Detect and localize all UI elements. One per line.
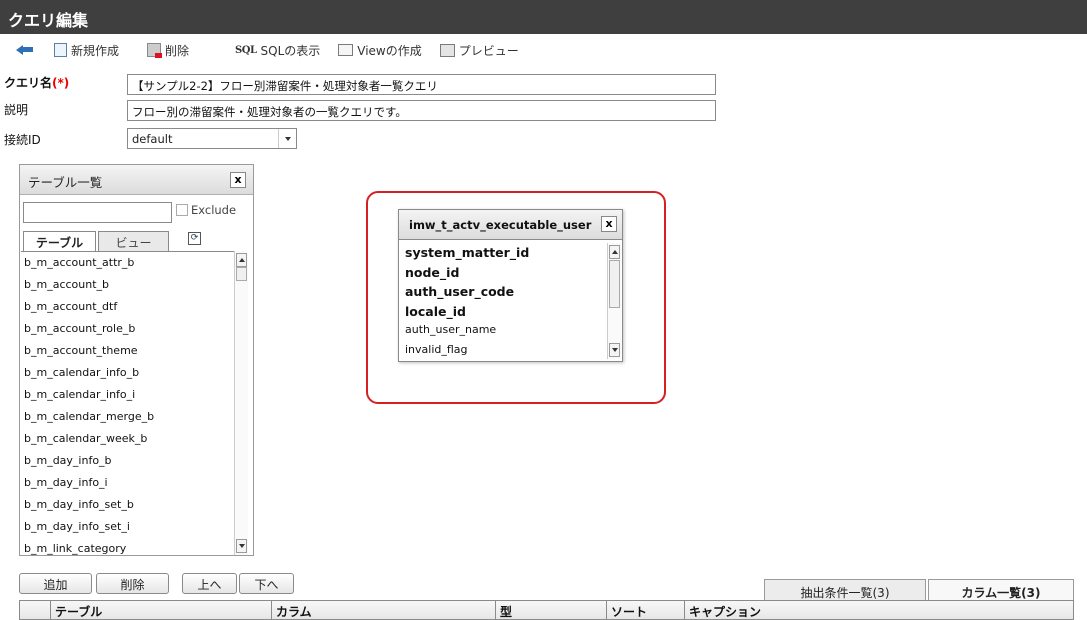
scroll-up-icon[interactable]	[609, 245, 620, 259]
tab-column-list[interactable]: カラム一覧(3)	[928, 579, 1074, 601]
list-item[interactable]: b_m_account_theme	[21, 340, 234, 362]
remove-button[interactable]: 削除	[96, 573, 169, 594]
new-document-icon	[54, 43, 67, 57]
scroll-up-icon[interactable]	[236, 253, 247, 267]
grid-header-type[interactable]: 型	[495, 601, 605, 620]
table-entity-title: imw_t_actv_executable_user	[409, 218, 592, 232]
grid-header-table[interactable]: テーブル	[50, 601, 270, 620]
description-field[interactable]: フロー別の滞留案件・処理対象者の一覧クエリです。	[127, 100, 716, 121]
column-item[interactable]: auth_user_code	[403, 282, 608, 302]
table-list-header: テーブル一覧 x	[20, 165, 253, 195]
column-item[interactable]: locale_id	[403, 302, 608, 322]
query-name-field[interactable]: 【サンプル2-2】フロー別滞留案件・処理対象者一覧クエリ	[127, 74, 716, 95]
new-button-label: 新規作成	[71, 43, 120, 58]
column-grid-header: テーブル カラム 型 ソート キャプション	[19, 600, 1074, 620]
list-item[interactable]: b_m_day_info_b	[21, 450, 234, 472]
toolbar: 新規作成 削除 SQL SQLの表示 Viewの作成 プレビュー	[0, 38, 1087, 62]
table-entity-box[interactable]: imw_t_actv_executable_user x system_matt…	[398, 209, 623, 362]
preview-button-label: プレビュー	[458, 43, 519, 58]
exclude-checkbox[interactable]	[176, 204, 188, 216]
scroll-thumb[interactable]	[609, 260, 620, 308]
list-item[interactable]: b_m_calendar_week_b	[21, 428, 234, 450]
list-item[interactable]: b_m_link_category	[21, 538, 234, 555]
list-item[interactable]: b_m_account_b	[21, 274, 234, 296]
tab-tables[interactable]: テーブル	[23, 231, 96, 251]
description-label: 説明	[4, 103, 29, 117]
move-down-button[interactable]: 下へ	[239, 573, 294, 594]
list-item[interactable]: b_m_account_role_b	[21, 318, 234, 340]
tab-views[interactable]: ビュー	[98, 231, 169, 251]
new-button[interactable]: 新規作成	[54, 42, 119, 59]
list-item[interactable]: b_m_calendar_merge_b	[21, 406, 234, 428]
window-title: クエリ編集	[0, 0, 1087, 34]
chevron-down-icon[interactable]	[278, 129, 296, 148]
scroll-down-icon[interactable]	[609, 343, 620, 357]
list-item[interactable]: b_m_calendar_info_i	[21, 384, 234, 406]
table-list: b_m_account_attr_b b_m_account_b b_m_acc…	[21, 251, 234, 555]
required-mark: (*)	[52, 76, 70, 90]
tab-filter-conditions[interactable]: 抽出条件一覧(3)	[764, 579, 926, 601]
delete-button[interactable]: 削除	[147, 42, 189, 59]
preview-button[interactable]: プレビュー	[439, 42, 519, 59]
table-entity-header[interactable]: imw_t_actv_executable_user x	[399, 210, 622, 240]
exclude-label: Exclude	[191, 203, 237, 217]
list-item[interactable]: b_m_account_attr_b	[21, 252, 234, 274]
table-filter-input[interactable]	[23, 202, 172, 223]
show-sql-button-label: SQLの表示	[260, 43, 321, 58]
query-name-label: クエリ名(*)	[4, 74, 69, 91]
grid-header-sort[interactable]: ソート	[606, 601, 683, 620]
view-icon	[338, 44, 354, 56]
preview-icon	[439, 43, 455, 57]
scroll-thumb[interactable]	[236, 267, 247, 281]
scroll-down-icon[interactable]	[236, 539, 247, 553]
table-list-scrollbar[interactable]	[234, 251, 248, 555]
connection-id-select[interactable]: default	[127, 128, 297, 149]
column-list: system_matter_id node_id auth_user_code …	[403, 243, 608, 359]
table-entity-close-icon[interactable]: x	[601, 216, 617, 232]
show-sql-button[interactable]: SQL SQLの表示	[235, 42, 320, 59]
table-list-title: テーブル一覧	[28, 175, 103, 190]
grid-header-column[interactable]: カラム	[271, 601, 493, 620]
column-item[interactable]: system_matter_id	[403, 243, 608, 263]
table-list-close-icon[interactable]: x	[230, 172, 246, 188]
column-list-scrollbar[interactable]	[607, 243, 621, 359]
connection-id-label: 接続ID	[4, 133, 41, 147]
create-view-button[interactable]: Viewの作成	[338, 42, 422, 59]
column-item[interactable]: auth_user_name	[403, 321, 608, 341]
list-item[interactable]: b_m_day_info_set_i	[21, 516, 234, 538]
move-up-button[interactable]: 上へ	[182, 573, 237, 594]
list-item[interactable]: b_m_calendar_info_b	[21, 362, 234, 384]
delete-button-label: 削除	[165, 43, 190, 58]
column-item[interactable]: node_id	[403, 263, 608, 283]
grid-header-caption[interactable]: キャプション	[684, 601, 1074, 620]
sql-icon: SQL	[235, 44, 257, 56]
column-item[interactable]: invalid_flag	[403, 341, 608, 360]
refresh-icon[interactable]: ⟳	[188, 232, 201, 245]
connection-id-value: default	[132, 132, 173, 146]
add-button[interactable]: 追加	[19, 573, 92, 594]
create-view-button-label: Viewの作成	[357, 43, 422, 58]
table-list-panel: テーブル一覧 x Exclude テーブル ビュー ⟳ b_m_account_…	[19, 164, 254, 556]
back-arrow-icon[interactable]	[16, 44, 34, 56]
delete-icon	[147, 43, 163, 58]
list-item[interactable]: b_m_account_dtf	[21, 296, 234, 318]
list-item[interactable]: b_m_day_info_set_b	[21, 494, 234, 516]
list-item[interactable]: b_m_day_info_i	[21, 472, 234, 494]
query-name-label-text: クエリ名	[4, 76, 53, 90]
